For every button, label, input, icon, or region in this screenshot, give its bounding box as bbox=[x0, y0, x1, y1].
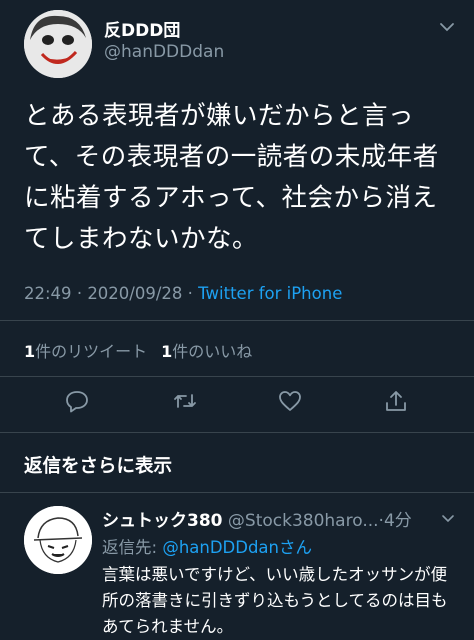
tweet-time[interactable]: 22:49 bbox=[24, 284, 72, 303]
reply-icon[interactable] bbox=[64, 388, 90, 414]
chevron-down-icon[interactable] bbox=[440, 510, 456, 526]
author-handle[interactable]: @hanDDDdan bbox=[104, 42, 224, 62]
reply-author-name[interactable]: シュトック380 bbox=[102, 511, 223, 531]
tweet-actions bbox=[0, 380, 474, 420]
meta-separator: · bbox=[187, 284, 199, 303]
heart-icon[interactable] bbox=[277, 388, 303, 414]
meta-separator: · bbox=[76, 284, 88, 303]
retweets-label: 件のリツイート bbox=[35, 342, 148, 361]
tweet-meta: 22:49 · 2020/09/28 · Twitter for iPhone bbox=[24, 284, 342, 303]
likes-count: 1 bbox=[161, 342, 173, 361]
tweet-text: とある表現者が嫌いだからと言って、その表現者の一読者の未成年者に粘着するアホって… bbox=[24, 101, 439, 254]
share-icon[interactable] bbox=[383, 388, 409, 414]
replying-to-label: 返信先: bbox=[102, 538, 163, 557]
divider bbox=[0, 432, 474, 433]
tweet-header: 反DDD団 @hanDDDdan bbox=[0, 0, 474, 90]
author-display-name[interactable]: 反DDD団 bbox=[104, 16, 180, 41]
likes-label: 件のいいね bbox=[172, 342, 253, 361]
reply-author-handle[interactable]: @Stock380haro... bbox=[228, 511, 379, 531]
joker-face-icon bbox=[24, 10, 92, 78]
divider bbox=[0, 376, 474, 377]
tweet-stats: 1件のリツイート 1件のいいね bbox=[24, 338, 252, 362]
divider bbox=[0, 320, 474, 321]
likes-stat[interactable]: 1件のいいね bbox=[161, 342, 252, 361]
replying-to-mention[interactable]: @hanDDDdanさん bbox=[162, 538, 312, 557]
reply-header: シュトック380 @Stock380haro...·4分 bbox=[102, 506, 462, 531]
tweet-source[interactable]: Twitter for iPhone bbox=[198, 284, 342, 303]
more-replies-link[interactable]: 返信をさらに表示 bbox=[24, 452, 172, 478]
sketch-face-icon bbox=[24, 506, 92, 574]
retweets-stat[interactable]: 1件のリツイート bbox=[24, 342, 147, 361]
divider bbox=[0, 492, 474, 493]
retweets-count: 1 bbox=[24, 342, 36, 361]
author-avatar[interactable] bbox=[24, 10, 92, 78]
chevron-down-icon[interactable] bbox=[438, 18, 456, 36]
retweet-icon[interactable] bbox=[172, 388, 198, 414]
reply-author-avatar[interactable] bbox=[24, 506, 92, 574]
tweet-date[interactable]: 2020/09/28 bbox=[87, 284, 182, 303]
replying-to: 返信先: @hanDDDdanさん bbox=[102, 534, 312, 558]
reply-age[interactable]: 4分 bbox=[384, 511, 412, 531]
reply-text: 言葉は悪いですけど、いい歳したオッサンが便所の落書きに引きずり込もうとしてるのは… bbox=[102, 565, 448, 636]
